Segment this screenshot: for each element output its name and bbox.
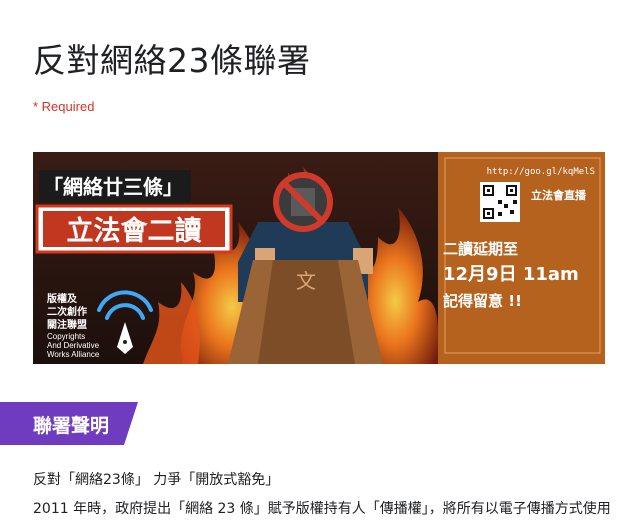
banner-title-main: 立法會二讀 <box>67 215 202 247</box>
svg-text:And Derivative: And Derivative <box>47 341 100 350</box>
header-banner-image: 文 「網絡廿三條」 立法會二讀 版權及 二次創作 關注聯盟 Copyrights… <box>33 152 605 364</box>
svg-text:Copyrights: Copyrights <box>47 332 85 341</box>
live-label: 立法會直播 <box>531 188 587 202</box>
statement-line-1: 反對「網絡23條」 力爭「開放式豁免」 <box>33 472 280 488</box>
info-panel <box>438 152 605 364</box>
form-title: 反對網絡23條聯署 <box>33 41 311 80</box>
svg-text:版權及: 版權及 <box>47 292 78 305</box>
delay-line-3: 記得留意 !! <box>443 292 522 310</box>
delay-line-1: 二讀延期至 <box>443 240 518 258</box>
svg-text:Works Alliance: Works Alliance <box>47 350 100 359</box>
svg-text:二次創作: 二次創作 <box>47 305 87 318</box>
statement-line-2: 2011 年時，政府提出「網絡 23 條」賦予版權持有人「傳播權」，將所有以電子… <box>33 501 611 517</box>
section-header: 聯署聲明 <box>0 402 138 445</box>
section-header-label: 聯署聲明 <box>33 415 110 437</box>
qr-code-icon <box>480 182 520 222</box>
podium: 文 <box>228 260 383 364</box>
podium-emblem: 文 <box>296 269 316 293</box>
banner-graphic: 文 「網絡廿三條」 立法會二讀 版權及 二次創作 關注聯盟 Copyrights… <box>33 152 605 364</box>
required-note: * Required <box>33 99 95 114</box>
banner-title-top: 「網絡廿三條」 <box>43 175 183 199</box>
statement-paragraph: 2011 年時，政府提出「網絡 23 條」賦予版權持有人「傳播權」，將所有以電子… <box>33 498 613 523</box>
delay-line-2: 12月9日 11am <box>443 264 579 285</box>
svg-text:關注聯盟: 關注聯盟 <box>47 318 87 331</box>
banner-url: http://goo.gl/kqMelS <box>487 167 595 177</box>
